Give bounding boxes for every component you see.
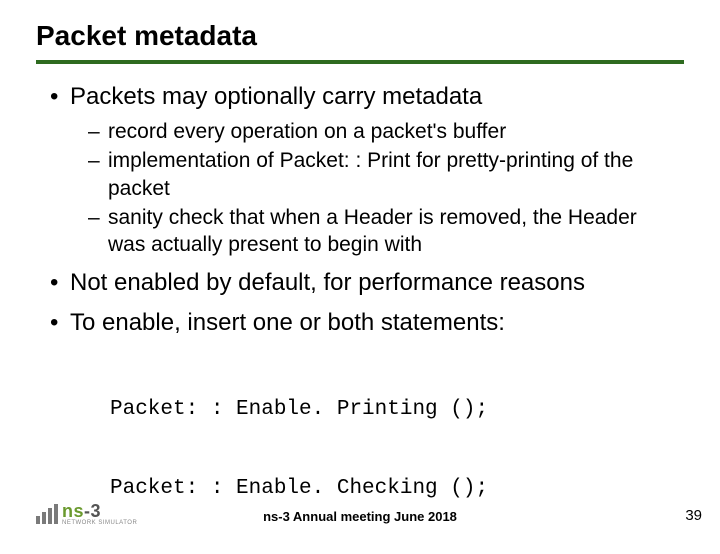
bullet-text: Packets may optionally carry metadata (70, 83, 482, 110)
slide: Packet metadata Packets may optionally c… (0, 0, 720, 540)
sub-bullet-item: sanity check that when a Header is remov… (70, 204, 670, 259)
bullet-list: Packets may optionally carry metadata re… (50, 82, 670, 554)
sub-bullet-item: implementation of Packet: : Print for pr… (70, 147, 670, 202)
title-rule (36, 60, 684, 64)
code-line: Packet: : Enable. Printing (); (110, 397, 670, 423)
sub-bullet-list: record every operation on a packet's buf… (70, 118, 670, 258)
bullet-item: Not enabled by default, for performance … (50, 268, 670, 298)
page-number: 39 (685, 507, 702, 524)
bullet-text: To enable, insert one or both statements… (70, 309, 505, 336)
sub-bullet-item: record every operation on a packet's buf… (70, 118, 670, 145)
slide-title: Packet metadata (0, 0, 720, 60)
footer: ns-3 NETWORK SIMULATOR ns-3 Annual meeti… (0, 496, 720, 526)
content-area: Packets may optionally carry metadata re… (0, 82, 720, 554)
bullet-item: Packets may optionally carry metadata re… (50, 82, 670, 258)
footer-text: ns-3 Annual meeting June 2018 (0, 509, 720, 524)
